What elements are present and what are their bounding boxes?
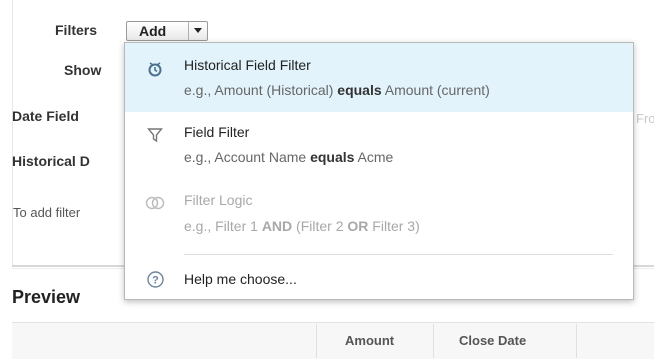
menu-item-example: e.g., Filter 1 AND (Filter 2 OR Filter 3…: [184, 218, 420, 234]
faded-range-text: Fro: [636, 111, 654, 126]
column-divider: [433, 324, 434, 358]
chevron-down-icon[interactable]: [194, 28, 202, 33]
menu-item-filter-logic[interactable]: Filter Logic e.g., Filter 1 AND (Filter …: [125, 180, 633, 250]
menu-item-title: Field Filter: [184, 124, 250, 140]
menu-item-historical-field-filter[interactable]: Historical Field Filter e.g., Amount (Hi…: [125, 43, 633, 112]
menu-item-title: Filter Logic: [184, 192, 253, 208]
help-icon: ?: [147, 271, 164, 291]
add-filter-note: To add filter: [13, 205, 81, 220]
add-filter-menu: Historical Field Filter e.g., Amount (Hi…: [124, 42, 634, 300]
column-divider: [576, 324, 577, 358]
preview-table-header: [12, 322, 654, 359]
menu-separator: [184, 254, 613, 255]
column-header-close-date[interactable]: Close Date: [459, 333, 526, 348]
venn-icon: [145, 195, 165, 214]
preview-heading: Preview: [12, 287, 81, 307]
add-filter-button[interactable]: Add: [126, 21, 208, 41]
add-button-label: Add: [139, 23, 167, 39]
filters-label: Filters: [55, 22, 98, 38]
funnel-icon: [147, 127, 163, 146]
menu-item-help[interactable]: ? Help me choose...: [125, 262, 633, 298]
date-field-label: Date Field: [12, 108, 79, 124]
menu-item-example: e.g., Account Name equals Acme: [184, 149, 394, 165]
show-label: Show: [64, 62, 102, 78]
historical-date-label: Historical D: [12, 153, 90, 169]
menu-item-title: Historical Field Filter: [184, 57, 311, 73]
menu-item-field-filter[interactable]: Field Filter e.g., Account Name equals A…: [125, 112, 633, 180]
column-divider: [316, 324, 317, 358]
menu-item-example: e.g., Amount (Historical) equals Amount …: [184, 82, 490, 98]
menu-item-title: Help me choose...: [184, 271, 297, 287]
column-header-amount[interactable]: Amount: [345, 333, 394, 348]
history-filter-icon: [147, 61, 163, 80]
report-filter-panel: Filters Show Date Field Historical D To …: [0, 0, 654, 359]
svg-text:?: ?: [152, 275, 159, 287]
add-button-divider: [188, 22, 189, 40]
